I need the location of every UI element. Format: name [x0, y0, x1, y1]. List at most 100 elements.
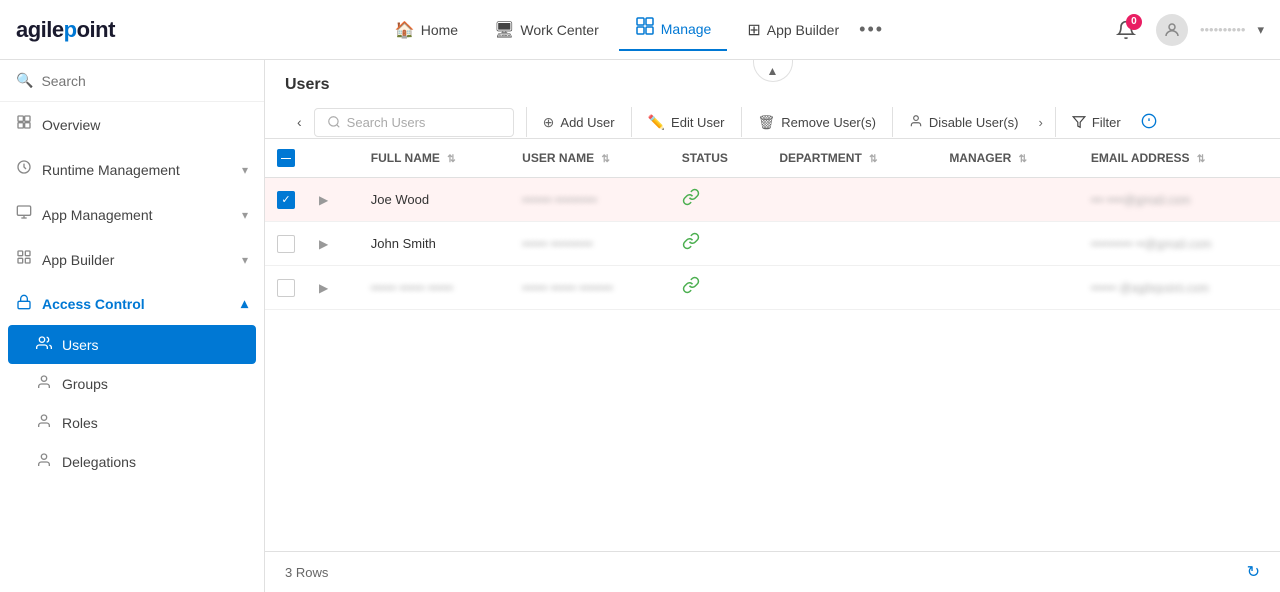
- logo[interactable]: agilepoint: [16, 17, 115, 43]
- nav-appbuilder[interactable]: ⊞ App Builder: [731, 12, 855, 48]
- select-all-checkbox[interactable]: [277, 149, 295, 167]
- top-navigation: agilepoint 🏠 Home 🖥 Work Center Manage ⊞: [0, 0, 1280, 60]
- sidebar-item-roles[interactable]: Roles: [0, 403, 264, 442]
- edit-user-label: Edit User: [671, 115, 724, 130]
- th-fullname[interactable]: FULL NAME ⇅: [359, 139, 510, 178]
- toolbar-divider-2: [631, 107, 632, 137]
- back-button[interactable]: ‹: [285, 106, 314, 138]
- row3-checkbox-cell[interactable]: [265, 266, 307, 310]
- table-row: ▶ •••••• •••••• •••••• •••••• •••••• •••…: [265, 266, 1280, 310]
- row1-status: [670, 178, 768, 222]
- row3-expand[interactable]: ▶: [307, 266, 359, 310]
- nav-more-button[interactable]: •••: [859, 19, 884, 40]
- nav-manage-label: Manage: [661, 21, 712, 37]
- nav-appbuilder-label: App Builder: [767, 22, 839, 38]
- th-username[interactable]: USER NAME ⇅: [510, 139, 670, 178]
- sidebar-delegations-label: Delegations: [62, 454, 136, 470]
- user-menu-chevron[interactable]: ▾: [1257, 22, 1264, 38]
- th-expand: [307, 139, 359, 178]
- row2-checkbox[interactable]: [277, 235, 295, 253]
- row2-department: [767, 222, 937, 266]
- sidebar-search-bar: 🔍: [0, 60, 264, 102]
- sidebar-item-groups[interactable]: Groups: [0, 364, 264, 403]
- access-control-icon: [16, 294, 32, 313]
- disable-users-button[interactable]: Disable User(s): [897, 108, 1031, 137]
- row1-checkbox-cell[interactable]: [265, 178, 307, 222]
- select-all-header[interactable]: [265, 139, 307, 178]
- sidebar-item-runtime-label: Runtime Management: [42, 162, 180, 178]
- row1-expand[interactable]: ▶: [307, 178, 359, 222]
- remove-users-button[interactable]: 🗑 Remove User(s): [746, 108, 888, 137]
- delegations-icon: [36, 452, 52, 471]
- edit-user-icon: ✏️: [648, 114, 665, 131]
- row1-status-icon: [682, 193, 700, 210]
- user-avatar[interactable]: [1156, 14, 1188, 46]
- runtime-chevron-icon: ▾: [242, 163, 248, 177]
- row1-email: ••• ••••@gmail.com: [1079, 178, 1280, 222]
- overview-icon: [16, 114, 32, 135]
- access-control-chevron-icon: ▴: [241, 295, 248, 312]
- th-manager[interactable]: MANAGER ⇅: [937, 139, 1079, 178]
- username-sort-icon: ⇅: [602, 154, 610, 165]
- row3-manager: [937, 266, 1079, 310]
- search-icon: 🔍: [16, 72, 33, 89]
- users-table-container: FULL NAME ⇅ USER NAME ⇅ STATUS DEPARTMEN…: [265, 139, 1280, 551]
- row1-expand-icon[interactable]: ▶: [319, 193, 328, 207]
- sidebar-item-access-control[interactable]: Access Control ▴: [0, 282, 264, 325]
- th-email[interactable]: EMAIL ADDRESS ⇅: [1079, 139, 1280, 178]
- row3-checkbox[interactable]: [277, 279, 295, 297]
- manager-sort-icon: ⇅: [1019, 154, 1027, 165]
- sidebar-item-runtime-management[interactable]: Runtime Management ▾: [0, 147, 264, 192]
- home-icon: 🏠: [395, 20, 415, 40]
- sidebar-item-overview-label: Overview: [42, 117, 100, 133]
- remove-users-icon: 🗑: [758, 114, 776, 131]
- notification-button[interactable]: 0: [1108, 12, 1144, 48]
- row1-checkbox[interactable]: [277, 191, 295, 209]
- row3-expand-icon[interactable]: ▶: [319, 281, 328, 295]
- info-button[interactable]: [1133, 107, 1165, 138]
- row3-department: [767, 266, 937, 310]
- sidebar-roles-label: Roles: [62, 415, 98, 431]
- search-users-input[interactable]: Search Users: [314, 108, 514, 137]
- toolbar: ‹ Search Users ⊕ Add User ✏️ Edit User: [285, 106, 1260, 138]
- nav-home[interactable]: 🏠 Home: [379, 12, 474, 48]
- row2-status-icon: [682, 237, 700, 254]
- sidebar-search-input[interactable]: [41, 73, 248, 89]
- nav-manage[interactable]: Manage: [619, 8, 728, 51]
- sidebar-item-app-management-label: App Management: [42, 207, 153, 223]
- sidebar-item-app-builder[interactable]: App Builder ▾: [0, 237, 264, 282]
- row1-username: ••••••• ••••••••••: [510, 178, 670, 222]
- sidebar-item-users[interactable]: Users: [8, 325, 256, 364]
- sidebar-item-app-management[interactable]: App Management ▾: [0, 192, 264, 237]
- row2-checkbox-cell[interactable]: [265, 222, 307, 266]
- row1-manager: [937, 178, 1079, 222]
- row3-fullname: •••••• •••••• ••••••: [359, 266, 510, 310]
- row3-status: [670, 266, 768, 310]
- row2-expand-icon[interactable]: ▶: [319, 237, 328, 251]
- add-user-label: Add User: [560, 115, 614, 130]
- app-management-icon: [16, 204, 32, 225]
- sidebar: 🔍 Overview Runtime Management ▾: [0, 60, 265, 592]
- sidebar-item-delegations[interactable]: Delegations: [0, 442, 264, 481]
- add-user-button[interactable]: ⊕ Add User: [531, 108, 627, 137]
- refresh-button[interactable]: ↻: [1247, 562, 1260, 582]
- sidebar-item-app-builder-label: App Builder: [42, 252, 114, 268]
- th-status[interactable]: STATUS: [670, 139, 768, 178]
- toolbar-divider-1: [526, 107, 527, 137]
- email-sort-icon: ⇅: [1197, 154, 1205, 165]
- edit-user-button[interactable]: ✏️ Edit User: [636, 108, 737, 137]
- row3-username: •••••• •••••• ••••••••: [510, 266, 670, 310]
- roles-icon: [36, 413, 52, 432]
- row2-expand[interactable]: ▶: [307, 222, 359, 266]
- toolbar-more-button[interactable]: ›: [1031, 109, 1051, 136]
- nav-links: 🏠 Home 🖥 Work Center Manage ⊞ App Builde…: [155, 8, 1108, 51]
- remove-users-label: Remove User(s): [781, 115, 876, 130]
- disable-users-icon: [909, 114, 923, 131]
- filter-button[interactable]: Filter: [1060, 109, 1133, 136]
- sidebar-item-overview[interactable]: Overview: [0, 102, 264, 147]
- toolbar-divider-5: [1055, 107, 1056, 137]
- users-icon: [36, 335, 52, 354]
- nav-workcenter[interactable]: 🖥 Work Center: [478, 12, 615, 48]
- th-department[interactable]: DEPARTMENT ⇅: [767, 139, 937, 178]
- row3-status-icon: [682, 281, 700, 298]
